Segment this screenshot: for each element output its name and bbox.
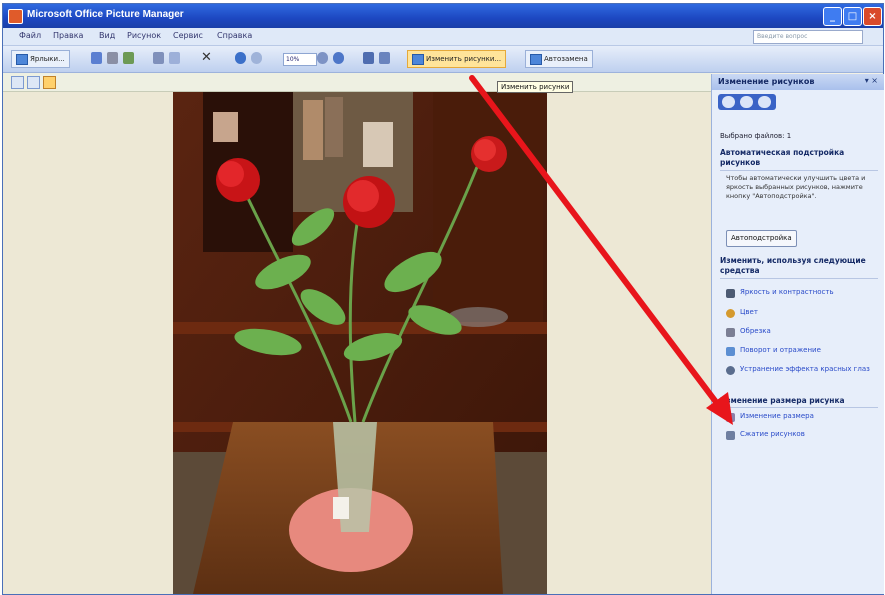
compress-pictures-link[interactable]: Сжатие рисунков <box>726 430 876 440</box>
resize-icon <box>726 413 735 422</box>
menu-view[interactable]: Вид <box>99 31 115 40</box>
autocorrect-label: Автозамена <box>544 55 588 63</box>
undo-icon[interactable] <box>235 52 246 64</box>
import-button[interactable]: Ярлыки... <box>11 50 70 68</box>
crop-icon <box>726 328 735 337</box>
rotate-right-icon[interactable] <box>379 52 390 64</box>
paste-small-icon[interactable] <box>169 52 180 64</box>
autocorrect-icon <box>530 54 542 65</box>
section-divider <box>720 278 878 279</box>
brightness-contrast-link[interactable]: Яркость и контрастность <box>726 288 876 298</box>
resize-link[interactable]: Изменение размера <box>726 412 876 422</box>
delete-icon[interactable]: ✕ <box>201 51 212 64</box>
task-pane-nav <box>718 94 776 110</box>
zoom-out-icon[interactable] <box>317 52 328 64</box>
thumbnails-view-icon[interactable] <box>11 76 24 89</box>
color-icon <box>726 309 735 318</box>
edit-pictures-icon <box>412 54 424 65</box>
home-icon[interactable] <box>758 96 771 108</box>
app-icon <box>8 9 23 24</box>
copy-icon[interactable] <box>123 52 134 64</box>
standard-toolbar: Ярлыки... ✕ 10% Изменить рисунки... Авто… <box>3 46 883 73</box>
edit-pictures-button[interactable]: Изменить рисунки... <box>407 50 507 68</box>
minimize-button[interactable]: _ <box>823 7 842 26</box>
color-link[interactable]: Цвет <box>726 308 876 318</box>
rotate-left-icon[interactable] <box>363 52 374 64</box>
crop-link[interactable]: Обрезка <box>726 327 876 337</box>
task-pane-title: Изменение рисунков <box>718 77 815 86</box>
rotate-icon <box>726 347 735 356</box>
maximize-button[interactable]: □ <box>843 7 862 26</box>
back-icon[interactable] <box>722 96 735 108</box>
roses-photo[interactable] <box>173 92 547 594</box>
close-button[interactable]: × <box>863 7 882 26</box>
rotate-flip-link[interactable]: Поворот и отражение <box>726 346 876 356</box>
red-eye-link[interactable]: Устранение эффекта красных глаз <box>726 365 876 375</box>
task-pane-header: Изменение рисунков ▾ × <box>712 74 884 90</box>
selected-files-count: Выбрано файлов: 1 <box>720 132 792 140</box>
edit-pictures-tooltip: Изменить рисунки <box>497 81 574 93</box>
tools-section-title: Изменить, используя следующие средства <box>720 256 866 275</box>
window-title: Microsoft Office Picture Manager <box>27 9 184 20</box>
menu-bar: Файл Правка Вид Рисунок Сервис Справка В… <box>3 28 883 46</box>
redo-icon[interactable] <box>251 52 262 64</box>
edit-pictures-label: Изменить рисунки... <box>426 55 502 63</box>
task-pane: Изменение рисунков ▾ × Выбрано файлов: 1… <box>711 74 884 594</box>
section-divider <box>720 407 878 408</box>
filmstrip-view-icon[interactable] <box>27 76 40 89</box>
menu-edit[interactable]: Правка <box>53 31 83 40</box>
view-toolbar <box>3 73 711 92</box>
menu-file[interactable]: Файл <box>19 31 41 40</box>
compress-icon <box>726 431 735 440</box>
menu-picture[interactable]: Рисунок <box>127 31 161 40</box>
brightness-icon <box>726 289 735 298</box>
print-icon[interactable] <box>107 52 118 64</box>
zoom-in-icon[interactable] <box>333 52 344 64</box>
autocorrect-description: Чтобы автоматически улучшить цвета и ярк… <box>726 174 866 200</box>
paste-icon <box>16 54 28 65</box>
task-pane-close-button[interactable]: ▾ × <box>865 76 878 85</box>
section-divider <box>720 170 878 171</box>
picture-view-area <box>3 92 711 594</box>
autocorrect-button[interactable]: Автозамена <box>525 50 593 68</box>
title-bar: Microsoft Office Picture Manager _ □ × <box>3 4 883 28</box>
cut-icon[interactable] <box>153 52 164 64</box>
size-section-title: Изменение размера рисунка <box>720 396 845 405</box>
help-search-input[interactable]: Введите вопрос <box>753 30 863 44</box>
import-button-label: Ярлыки... <box>30 55 65 63</box>
autocorrect-section-title: Автоматическая подстройка рисунков <box>720 148 845 167</box>
autocorrect-pane-button[interactable]: Автоподстройка <box>726 230 797 247</box>
app-window: Microsoft Office Picture Manager _ □ × Ф… <box>2 3 884 595</box>
menu-tools[interactable]: Сервис <box>173 31 203 40</box>
menu-help[interactable]: Справка <box>217 31 252 40</box>
red-eye-icon <box>726 366 735 375</box>
forward-icon[interactable] <box>740 96 753 108</box>
save-icon[interactable] <box>91 52 102 64</box>
single-picture-view-icon[interactable] <box>43 76 56 89</box>
zoom-field[interactable]: 10% <box>283 53 317 66</box>
